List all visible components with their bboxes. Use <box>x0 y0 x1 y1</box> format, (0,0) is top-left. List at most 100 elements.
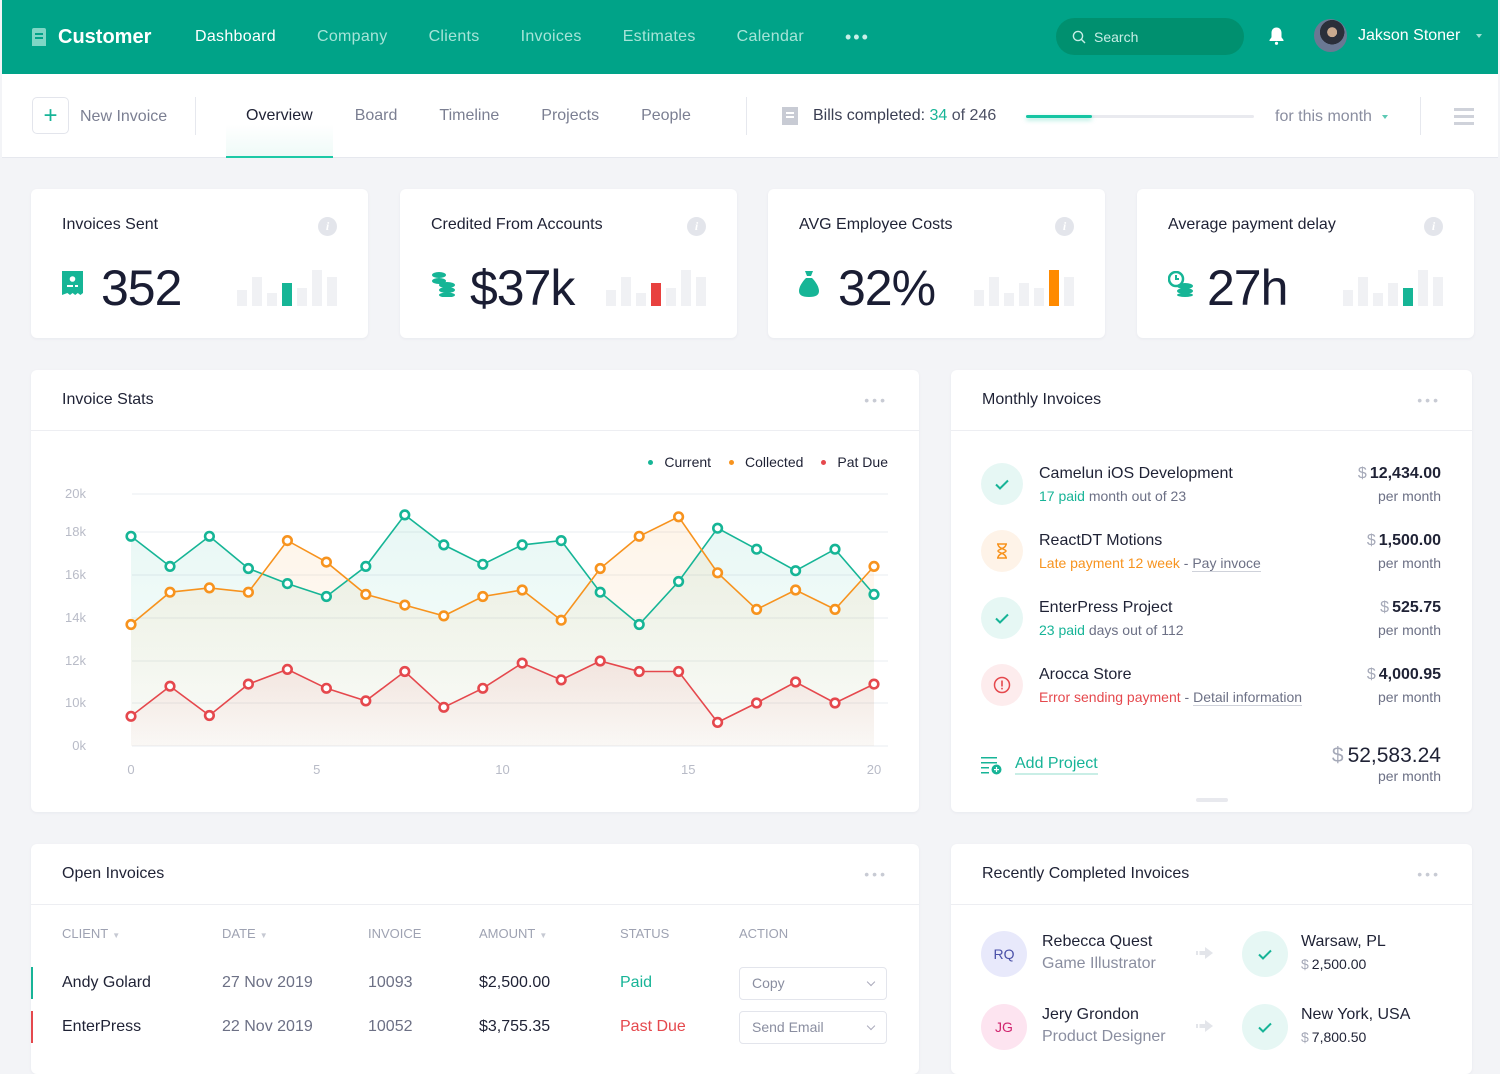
data-point-pat-due[interactable] <box>125 710 137 722</box>
info-icon[interactable]: i <box>687 217 706 236</box>
period-dropdown[interactable]: for this month <box>1275 108 1388 126</box>
data-point-current[interactable] <box>868 588 880 600</box>
data-point-current[interactable] <box>477 558 489 570</box>
info-icon[interactable]: i <box>1424 217 1443 236</box>
data-point-current[interactable] <box>672 575 685 588</box>
data-point-collected[interactable] <box>672 511 685 523</box>
data-point-pat-due[interactable] <box>399 665 411 678</box>
data-point-collected[interactable] <box>281 535 293 547</box>
data-point-pat-due[interactable] <box>281 663 293 676</box>
tab-overview[interactable]: Overview <box>226 74 333 158</box>
tab-projects[interactable]: Projects <box>521 74 619 158</box>
data-point-collected[interactable] <box>125 618 137 631</box>
data-point-collected[interactable] <box>750 603 763 615</box>
data-point-pat-due[interactable] <box>750 697 763 709</box>
data-point-collected[interactable] <box>320 556 333 568</box>
tab-board[interactable]: Board <box>335 74 418 158</box>
data-point-collected[interactable] <box>477 590 489 603</box>
recent-invoice-item[interactable]: JG Jery Grondon Product Designer New Yor… <box>981 1004 1441 1050</box>
data-point-collected[interactable] <box>516 584 528 596</box>
data-point-current[interactable] <box>281 578 293 590</box>
tab-people[interactable]: People <box>621 74 711 158</box>
more-options-button[interactable]: ••• <box>1417 392 1441 408</box>
data-point-collected[interactable] <box>360 588 372 600</box>
hamburger-menu-icon[interactable] <box>1454 108 1474 129</box>
tab-timeline[interactable]: Timeline <box>419 74 519 158</box>
monthly-invoice-item[interactable]: ReactDT Motions Late payment 12 week - P… <box>981 530 1441 580</box>
data-point-collected[interactable] <box>164 586 176 598</box>
info-icon[interactable]: i <box>1055 217 1074 236</box>
data-point-current[interactable] <box>360 560 372 572</box>
data-point-pat-due[interactable] <box>438 701 450 713</box>
more-options-button[interactable]: ••• <box>864 866 888 882</box>
user-menu[interactable]: Jakson Stoner <box>1314 19 1483 52</box>
info-icon[interactable]: i <box>318 217 337 236</box>
monthly-invoice-item[interactable]: EnterPress Project 23 paid days out of 1… <box>981 597 1441 647</box>
data-point-pat-due[interactable] <box>164 680 176 692</box>
col-client[interactable]: CLIENT ▼ <box>31 905 222 961</box>
more-options-button[interactable]: ••• <box>1417 866 1441 882</box>
data-point-current[interactable] <box>203 530 215 542</box>
data-point-current[interactable] <box>633 618 645 631</box>
data-point-collected[interactable] <box>594 562 606 575</box>
new-invoice-button[interactable]: + <box>32 97 69 134</box>
nav-company[interactable]: Company <box>317 28 388 46</box>
new-invoice-label[interactable]: New Invoice <box>80 108 167 126</box>
brand[interactable]: Customer <box>32 26 195 49</box>
data-point-current[interactable] <box>594 586 606 598</box>
search-input[interactable]: Search <box>1056 18 1244 55</box>
recent-invoice-item[interactable]: RQ Rebecca Quest Game Illustrator Warsaw… <box>981 931 1441 977</box>
data-point-pat-due[interactable] <box>594 655 606 667</box>
table-row[interactable]: EnterPress 22 Nov 2019 10052 $3,755.35 P… <box>31 1005 919 1049</box>
data-point-pat-due[interactable] <box>633 665 645 678</box>
data-point-pat-due[interactable] <box>789 676 802 688</box>
data-point-pat-due[interactable] <box>320 682 333 694</box>
data-point-pat-due[interactable] <box>829 697 841 709</box>
data-point-collected[interactable] <box>868 560 880 572</box>
action-select[interactable]: Copy <box>739 966 887 1000</box>
data-point-current[interactable] <box>164 560 176 572</box>
data-point-current[interactable] <box>750 543 763 555</box>
data-point-pat-due[interactable] <box>516 657 528 669</box>
data-point-current[interactable] <box>242 562 254 575</box>
nav-calendar[interactable]: Calendar <box>737 28 804 46</box>
data-point-pat-due[interactable] <box>672 665 685 678</box>
data-point-current[interactable] <box>829 543 841 555</box>
data-point-collected[interactable] <box>438 610 450 622</box>
data-point-current[interactable] <box>320 590 333 603</box>
resize-handle[interactable] <box>1196 798 1228 802</box>
nav-invoices[interactable]: Invoices <box>521 28 582 46</box>
data-point-collected[interactable] <box>242 586 254 598</box>
data-point-collected[interactable] <box>203 582 215 594</box>
data-point-current[interactable] <box>516 539 528 551</box>
data-point-pat-due[interactable] <box>242 678 254 690</box>
data-point-current[interactable] <box>438 539 450 551</box>
data-point-pat-due[interactable] <box>711 716 724 729</box>
data-point-current[interactable] <box>789 565 802 577</box>
data-point-pat-due[interactable] <box>203 709 215 722</box>
nav-dashboard[interactable]: Dashboard <box>195 28 276 46</box>
table-row[interactable]: Andy Golard 27 Nov 2019 10093 $2,500.00 … <box>31 961 919 1005</box>
add-project-button[interactable]: Add Project <box>981 755 1098 775</box>
status-link[interactable]: Detail information <box>1193 689 1303 706</box>
data-point-current[interactable] <box>399 509 411 521</box>
data-point-collected[interactable] <box>711 567 724 579</box>
col-amount[interactable]: AMOUNT ▼ <box>479 905 620 961</box>
data-point-current[interactable] <box>555 535 567 547</box>
nav-clients[interactable]: Clients <box>429 28 480 46</box>
action-select[interactable]: Send Email <box>739 1010 887 1044</box>
bell-icon[interactable] <box>1268 26 1285 46</box>
data-point-collected[interactable] <box>829 603 841 615</box>
col-date[interactable]: DATE ▼ <box>222 905 368 961</box>
monthly-invoice-item[interactable]: Camelun iOS Development 17 paid month ou… <box>981 463 1441 513</box>
data-point-current[interactable] <box>711 522 724 534</box>
data-point-pat-due[interactable] <box>477 682 489 694</box>
nav-more-button[interactable]: ••• <box>845 27 870 48</box>
nav-estimates[interactable]: Estimates <box>623 28 696 46</box>
data-point-collected[interactable] <box>789 584 802 596</box>
data-point-pat-due[interactable] <box>360 695 372 707</box>
data-point-pat-due[interactable] <box>555 674 567 686</box>
data-point-current[interactable] <box>125 530 137 542</box>
status-link[interactable]: Pay invoce <box>1192 555 1261 572</box>
data-point-pat-due[interactable] <box>868 678 880 690</box>
